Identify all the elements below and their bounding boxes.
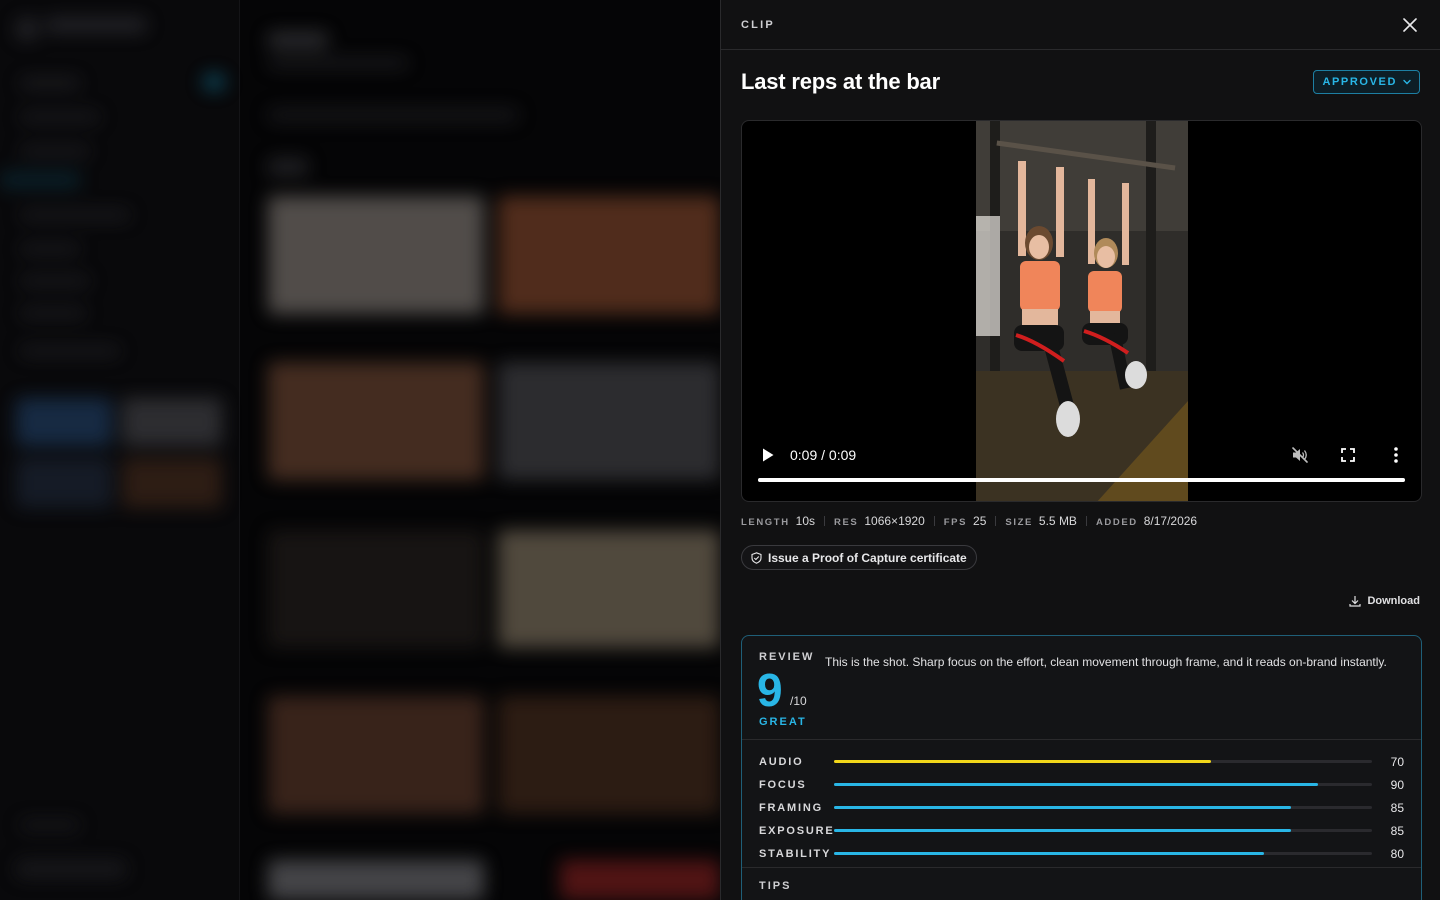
metric-row: EXPOSURE 85 — [742, 819, 1421, 842]
meta-value: 8/17/2026 — [1143, 514, 1198, 528]
metric-bar-fill — [834, 806, 1292, 809]
meta-added: ADDED 8/17/2026 — [1096, 514, 1197, 528]
play-icon — [763, 448, 774, 462]
background-app — [0, 0, 720, 900]
chevron-down-icon — [1403, 79, 1411, 85]
background-sidebar — [0, 0, 240, 900]
video-time: 0:09 / 0:09 — [790, 447, 857, 463]
metric-name: FRAMING — [759, 801, 823, 814]
panel-eyebrow: CLIP — [741, 18, 775, 31]
metric-value: 85 — [1390, 823, 1404, 838]
meta-value: 1066×1920 — [864, 514, 925, 528]
metric-row: AUDIO 70 — [742, 750, 1421, 773]
status-label: APPROVED — [1322, 76, 1397, 88]
title-row: Last reps at the bar APPROVED — [721, 69, 1440, 94]
download-button[interactable]: Download — [1349, 595, 1420, 607]
meta-size: SIZE 5.5 MB — [1005, 514, 1077, 528]
download-icon — [1349, 596, 1362, 607]
close-button[interactable] — [1400, 15, 1420, 35]
metric-row: FOCUS 90 — [742, 773, 1421, 796]
review-summary: REVIEW 9 /10 GREAT This is the shot. Sha… — [742, 636, 1421, 740]
review-score: 9 — [757, 664, 783, 716]
meta-divider — [1085, 516, 1087, 526]
metric-name: AUDIO — [759, 755, 804, 768]
tips-label: TIPS — [759, 880, 792, 892]
more-vertical-icon — [1394, 447, 1398, 463]
fullscreen-icon — [1341, 448, 1355, 462]
metric-bar — [834, 783, 1372, 786]
meta-length: LENGTH 10s — [741, 514, 815, 528]
video-progress-fill — [758, 478, 1405, 482]
metric-value: 70 — [1390, 754, 1404, 769]
meta-value: 10s — [795, 514, 816, 528]
panel-header: CLIP — [721, 0, 1440, 50]
review-metrics: AUDIO 70 FOCUS 90 FRAMING 85 EXPOSURE 85 STA… — [742, 740, 1421, 868]
meta-value: 5.5 MB — [1038, 514, 1077, 528]
play-button[interactable] — [758, 445, 778, 465]
status-dropdown[interactable]: APPROVED — [1313, 70, 1420, 94]
metric-bar — [834, 852, 1372, 855]
review-card: REVIEW 9 /10 GREAT This is the shot. Sha… — [741, 635, 1422, 900]
download-label: Download — [1367, 595, 1420, 607]
metric-name: FOCUS — [759, 778, 807, 791]
metric-bar — [834, 806, 1372, 809]
metric-value: 80 — [1390, 846, 1404, 861]
meta-key: RES — [834, 517, 859, 528]
meta-value: 25 — [973, 514, 987, 528]
issue-certificate-label: Issue a Proof of Capture certificate — [768, 550, 967, 565]
metric-bar-fill — [834, 760, 1211, 763]
fullscreen-button[interactable] — [1338, 445, 1358, 465]
meta-key: SIZE — [1005, 517, 1033, 528]
metric-bar — [834, 829, 1372, 832]
video-progress-bar[interactable] — [758, 478, 1405, 482]
review-comment: This is the shot. Sharp focus on the eff… — [825, 655, 1387, 669]
review-label: REVIEW — [759, 651, 815, 663]
mute-icon — [1292, 447, 1308, 463]
metric-row: STABILITY 80 — [742, 842, 1421, 865]
mute-button[interactable] — [1290, 445, 1310, 465]
meta-fps: FPS 25 — [944, 514, 987, 528]
video-controls: 0:09 / 0:09 — [742, 421, 1421, 501]
clip-detail-panel: CLIP Last reps at the bar APPROVED 0:09 … — [720, 0, 1440, 900]
metric-bar — [834, 760, 1372, 763]
metric-bar-fill — [834, 783, 1319, 786]
clip-metadata: LENGTH 10s RES 1066×1920 FPS 25 SIZE 5.5 MB … — [741, 514, 1197, 528]
metric-bar-fill — [834, 829, 1292, 832]
metric-bar-fill — [834, 852, 1265, 855]
meta-divider — [933, 516, 935, 526]
meta-resolution: RES 1066×1920 — [834, 514, 925, 528]
meta-divider — [824, 516, 826, 526]
metric-value: 85 — [1390, 800, 1404, 815]
shield-check-icon — [751, 551, 762, 564]
meta-key: LENGTH — [741, 517, 790, 528]
meta-key: ADDED — [1095, 517, 1138, 528]
issue-certificate-button[interactable]: Issue a Proof of Capture certificate — [741, 545, 977, 570]
meta-key: FPS — [943, 517, 968, 528]
meta-divider — [995, 516, 997, 526]
video-player[interactable]: 0:09 / 0:09 — [741, 120, 1422, 502]
metric-value: 90 — [1390, 777, 1404, 792]
metric-row: FRAMING 85 — [742, 796, 1421, 819]
review-score-max: /10 — [790, 694, 807, 708]
more-options-button[interactable] — [1386, 445, 1406, 465]
review-grade: GREAT — [759, 716, 807, 728]
metric-name: STABILITY — [759, 847, 832, 860]
metric-name: EXPOSURE — [759, 824, 835, 837]
clip-title: Last reps at the bar — [741, 69, 940, 94]
close-icon — [1403, 17, 1417, 32]
